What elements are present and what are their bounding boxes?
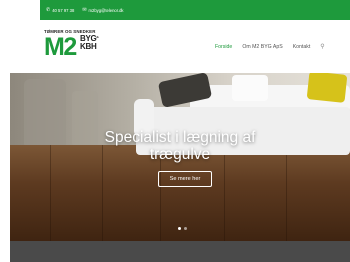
footer-band (10, 241, 350, 262)
site-header: TØMRER OG SNEDKER M2 BYG KBH .dk Forside… (40, 20, 350, 73)
main-nav: Forside Om M2 BYG ApS Kontakt ⚲ (215, 43, 325, 51)
phone-contact[interactable]: ✆ 40 57 97 38 (46, 6, 75, 13)
email-address: m2byg@telenor.dk (88, 7, 124, 13)
logo-suffix: .dk (95, 35, 100, 39)
slider-dot-1[interactable] (178, 227, 181, 230)
mail-icon: ✉ (82, 6, 87, 13)
slider-dot-2[interactable] (184, 227, 187, 230)
logo-wordmark: BYG KBH (80, 34, 97, 60)
cushion-white (232, 75, 268, 101)
logo-m2: M2 (44, 33, 77, 61)
hero-slider: Specialist i lægning af trægulve Se mere… (10, 73, 350, 241)
phone-icon: ✆ (46, 6, 51, 13)
nav-item-om[interactable]: Om M2 BYG ApS (242, 44, 282, 50)
site-logo[interactable]: TØMRER OG SNEDKER M2 BYG KBH .dk (44, 29, 114, 63)
slider-dots (178, 227, 187, 230)
nav-item-forside[interactable]: Forside (215, 44, 232, 50)
top-bar: ✆ 40 57 97 38 ✉ m2byg@telenor.dk (40, 0, 350, 20)
hero-title: Specialist i lægning af trægulve (10, 129, 350, 163)
email-contact[interactable]: ✉ m2byg@telenor.dk (82, 6, 124, 13)
logo-line-kbh: KBH (80, 42, 97, 52)
phone-number: 40 57 97 38 (52, 7, 75, 13)
search-icon[interactable]: ⚲ (320, 43, 324, 50)
nav-item-kontakt[interactable]: Kontakt (293, 44, 311, 50)
hero-title-line-2: trægulve (149, 146, 211, 163)
cushion-yellow (306, 73, 348, 103)
hero-title-line-1: Specialist i lægning af (104, 129, 256, 146)
hero-cta-button[interactable]: Se mere her (158, 171, 212, 187)
